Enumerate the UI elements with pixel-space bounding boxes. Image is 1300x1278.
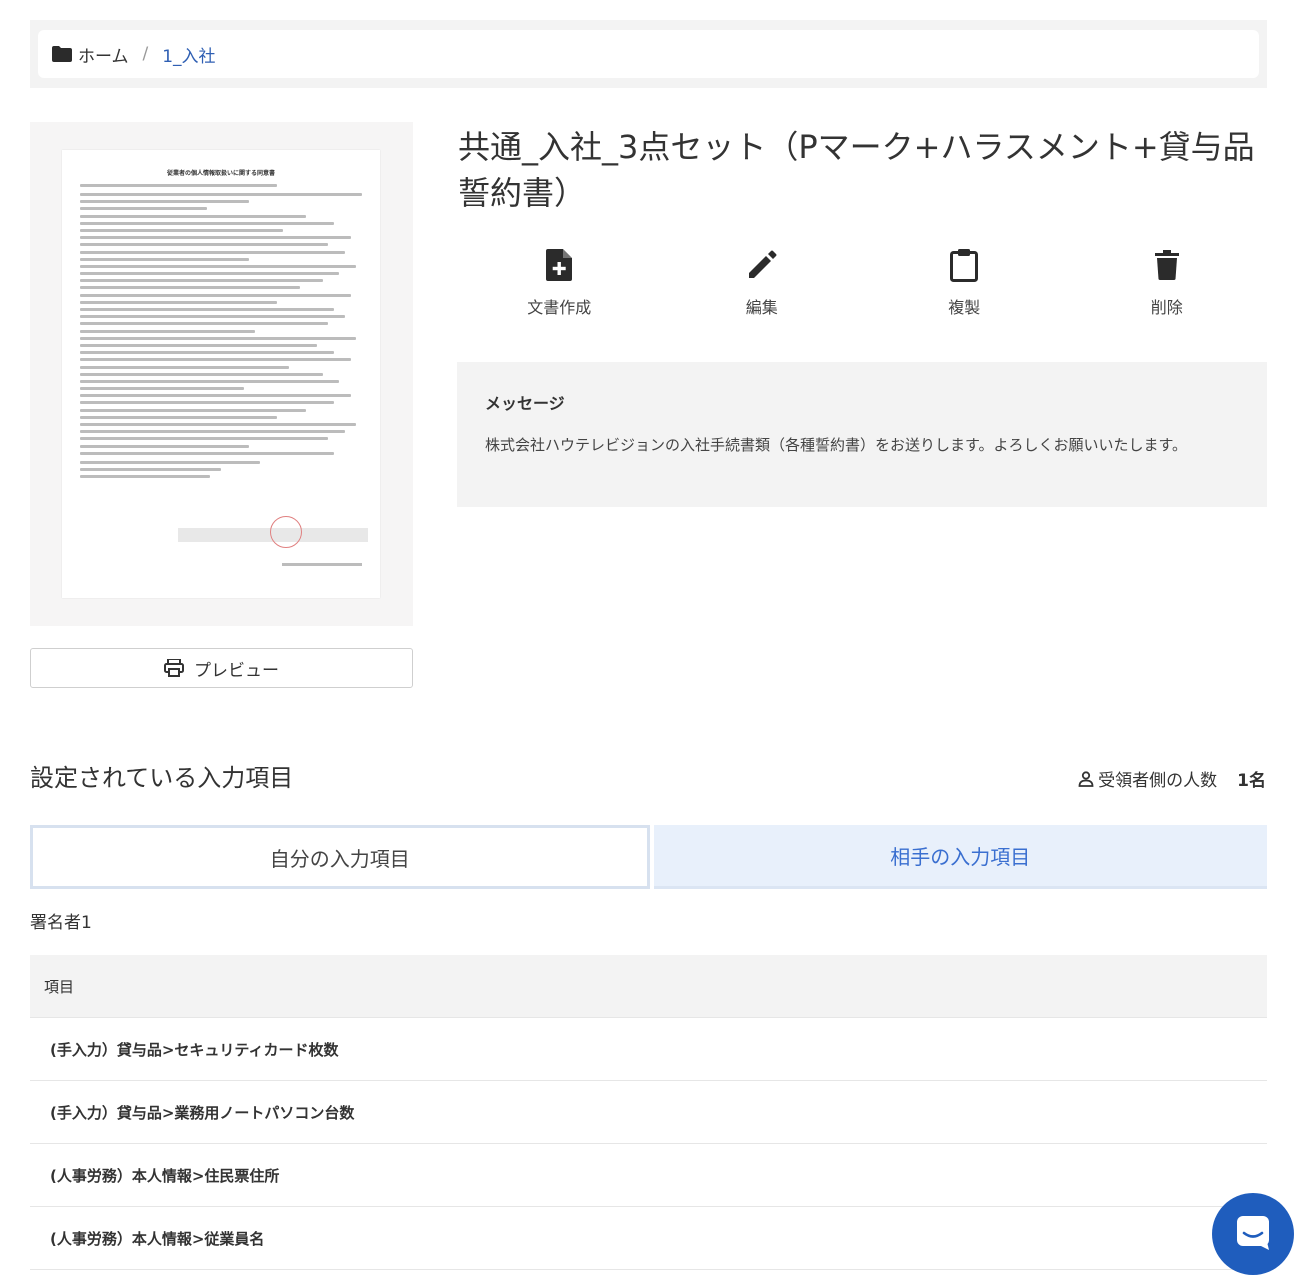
action-bar: 文書作成 編集 複製 削除	[458, 248, 1268, 328]
thumbnail-text-line	[80, 193, 362, 196]
thumbnail-text-line	[80, 279, 323, 283]
message-title: メッセージ	[485, 394, 565, 413]
breadcrumb-separator: /	[142, 44, 149, 64]
breadcrumb-bar: ホーム / 1_入社	[30, 20, 1267, 88]
thumbnail-text-line	[80, 272, 340, 276]
tab-my-fields[interactable]: 自分の入力項目	[30, 825, 650, 889]
table-row: (人事労務）本人情報>住民票住所	[30, 1144, 1267, 1207]
input-fields-heading: 設定されている入力項目	[30, 764, 294, 792]
recipient-count-value: 1名	[1237, 771, 1266, 791]
thumbnail-text-line	[80, 228, 284, 232]
thumbnail-text-line	[80, 300, 278, 304]
message-panel: メッセージ 株式会社ハウテレビジョンの入社手続書類（各種誓約書）をお送りします。…	[457, 362, 1267, 507]
thumbnail-text-line	[80, 315, 346, 319]
thumbnail-text-line	[80, 460, 261, 464]
recipient-count: 受領者側の人数 1名	[1078, 766, 1266, 791]
thumbnail-text-line	[80, 236, 351, 240]
thumbnail-text-line	[80, 322, 329, 326]
thumbnail-footer-line	[282, 563, 362, 566]
thumbnail-text-line	[80, 451, 334, 455]
pencil-icon	[747, 248, 777, 282]
create-document-label: 文書作成	[527, 298, 592, 317]
thumbnail-text-line	[80, 423, 357, 426]
duplicate-label: 複製	[948, 298, 981, 317]
delete-label: 削除	[1150, 298, 1183, 317]
thumbnail-text-line	[80, 221, 334, 225]
page-title: 共通_入社_3点セット（Pマーク+ハラスメント+貸与品誓約書）	[458, 128, 1255, 212]
breadcrumb: ホーム / 1_入社	[38, 30, 1259, 78]
table-row: (人事労務）本人情報>従業員名	[30, 1207, 1267, 1270]
thumbnail-text-line	[80, 467, 221, 471]
thumbnail-text-line	[80, 243, 329, 247]
clipboard-icon	[949, 248, 979, 282]
chat-icon	[1233, 1212, 1273, 1256]
thumbnail-text-line	[80, 444, 250, 448]
thumbnail-text-line	[80, 207, 207, 211]
input-field-tabs: 自分の入力項目 相手の入力項目	[30, 825, 1267, 889]
thumbnail-text-line	[80, 257, 250, 261]
table-row: (手入力）貸与品>業務用ノートパソコン台数	[30, 1081, 1267, 1144]
thumbnail-text-line	[80, 358, 351, 362]
document-thumbnail[interactable]: 従業者の個人情報取扱いに関する同意書	[30, 122, 413, 626]
thumbnail-heading: 従業者の個人情報取扱いに関する同意書	[166, 170, 275, 177]
thumbnail-stamp	[270, 516, 302, 548]
thumbnail-text-line	[80, 387, 244, 391]
file-plus-icon	[544, 248, 574, 282]
signer-label: 署名者1	[30, 913, 92, 933]
create-document-button[interactable]: 文書作成	[458, 248, 661, 328]
thumbnail-text-line	[80, 430, 346, 434]
thumbnail-text-line	[80, 250, 346, 254]
message-body: 株式会社ハウテレビジョンの入社手続書類（各種誓約書）をお送りします。よろしくお願…	[485, 436, 1188, 454]
thumbnail-text-line	[80, 184, 278, 187]
thumbnail-page: 従業者の個人情報取扱いに関する同意書	[62, 150, 380, 598]
trash-icon	[1152, 248, 1182, 282]
items-table-header: 項目	[30, 955, 1267, 1018]
thumbnail-text-line	[80, 408, 306, 412]
thumbnail-text-line	[80, 394, 351, 398]
thumbnail-text-line	[80, 343, 317, 347]
thumbnail-text-line	[80, 415, 278, 419]
breadcrumb-home-link[interactable]: ホーム	[78, 42, 129, 67]
recipient-count-label: 受領者側の人数	[1098, 771, 1218, 791]
thumbnail-text-line	[80, 365, 289, 369]
thumbnail-text-line	[80, 351, 334, 355]
preview-button[interactable]: プレビュー	[30, 648, 413, 688]
duplicate-button[interactable]: 複製	[863, 248, 1066, 328]
thumbnail-text-line	[80, 264, 357, 268]
thumbnail-text-line	[80, 329, 255, 333]
edit-label: 編集	[745, 298, 778, 317]
thumbnail-text-line	[80, 336, 357, 340]
delete-button[interactable]: 削除	[1066, 248, 1269, 328]
table-row: (手入力）貸与品>セキュリティカード枚数	[30, 1018, 1267, 1081]
person-icon	[1078, 770, 1094, 787]
thumbnail-text-line	[80, 379, 340, 383]
thumbnail-text-line	[80, 475, 210, 479]
thumbnail-text-line	[80, 401, 334, 405]
tab-partner-fields[interactable]: 相手の入力項目	[653, 825, 1267, 889]
breadcrumb-current-link[interactable]: 1_入社	[162, 42, 215, 67]
folder-icon	[52, 46, 72, 62]
items-table: 項目 (手入力）貸与品>セキュリティカード枚数 (手入力）貸与品>業務用ノートパ…	[30, 955, 1267, 1270]
thumbnail-text-line	[80, 214, 306, 218]
preview-button-label: プレビュー	[194, 660, 279, 681]
thumbnail-text-line	[80, 437, 329, 441]
chat-support-button[interactable]	[1212, 1193, 1294, 1275]
thumbnail-text-line	[80, 200, 250, 204]
printer-icon	[164, 659, 184, 677]
thumbnail-text-line	[80, 308, 334, 311]
thumbnail-text-line	[80, 372, 323, 376]
edit-button[interactable]: 編集	[661, 248, 864, 328]
thumbnail-text-lines	[80, 184, 362, 482]
thumbnail-text-line	[80, 286, 300, 290]
thumbnail-text-line	[80, 293, 351, 297]
